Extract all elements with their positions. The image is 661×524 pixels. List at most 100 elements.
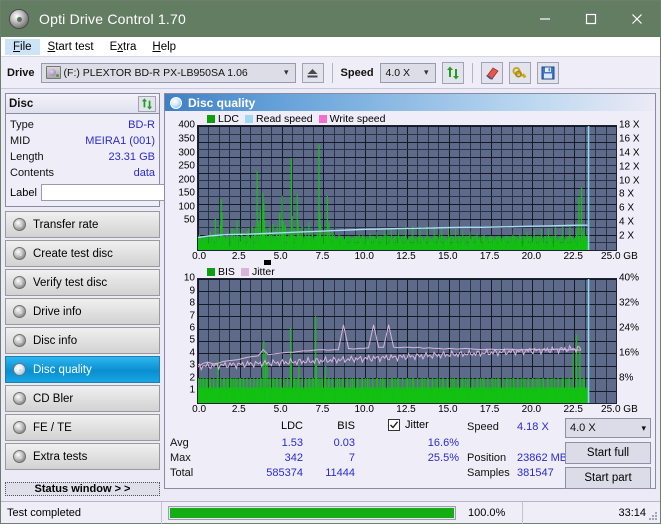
stats-bis-total: 11444 bbox=[325, 467, 355, 480]
menu-start-rest: tart test bbox=[55, 40, 94, 53]
sidebar-item-label: Extra tests bbox=[33, 450, 88, 463]
menu-item-extra[interactable]: Extra bbox=[102, 39, 145, 55]
disc-type-value: BD-R bbox=[128, 119, 155, 131]
y-axis-tick: 300 bbox=[178, 147, 195, 159]
disc-quality-icon bbox=[13, 363, 26, 376]
status-window-button[interactable]: Status window > > bbox=[5, 482, 160, 496]
menu-item-start-test[interactable]: Start test bbox=[40, 39, 102, 55]
stats-ldc-total: 585374 bbox=[266, 467, 303, 480]
speed-label: Speed bbox=[340, 66, 374, 79]
y2-axis-tick: 12 X bbox=[619, 161, 640, 173]
sidebar-item-transfer-rate[interactable]: Transfer rate bbox=[5, 211, 160, 238]
disc-label-row: Label bbox=[10, 183, 239, 202]
disc-row-length: Length 23.31 GB bbox=[10, 149, 155, 165]
y-axis-tick: 2 bbox=[189, 372, 195, 384]
progress-area bbox=[162, 505, 462, 520]
page-title: Disc quality bbox=[188, 95, 256, 110]
chart-series-layer bbox=[198, 126, 590, 251]
sidebar-item-extra-tests[interactable]: Extra tests bbox=[5, 443, 160, 470]
legend-item-ldc: LDC bbox=[207, 113, 239, 125]
sidebar-item-label: FE / TE bbox=[33, 421, 72, 434]
jitter-checkbox-group[interactable]: Jitter bbox=[388, 419, 429, 432]
close-icon[interactable] bbox=[614, 1, 660, 37]
x-axis-tick: 10.0 bbox=[354, 404, 374, 416]
x-axis-tick: 2.5 bbox=[231, 251, 246, 263]
start-part-button[interactable]: Start part bbox=[565, 467, 651, 490]
disc-row-mid: MID MEIRA1 (001) bbox=[10, 133, 155, 149]
y-axis-tick: 10 bbox=[183, 272, 195, 284]
bottom-plot-row: 10 9 8 7 6 5 4 3 2 1 40% 32% 24% 16% 8% bbox=[167, 273, 653, 405]
bottom-chart-y-axis-right: 40% 32% 24% 16% 8% bbox=[617, 273, 653, 402]
disc-length-value: 23.31 GB bbox=[108, 151, 155, 163]
test-speed-value: 4.0 X bbox=[570, 422, 596, 435]
sidebar-item-cd-bler[interactable]: CD Bler bbox=[5, 385, 160, 412]
legend-swatch-ldc bbox=[207, 114, 215, 123]
menu-extra-rest: tra bbox=[123, 40, 137, 53]
sidebar-item-label: Transfer rate bbox=[33, 218, 99, 231]
bottom-chart: BIS Jitter 10 9 8 7 6 5 4 3 2 1 40% 32% 24% 16% 8% 0 bbox=[167, 260, 653, 418]
x-axis-tick: 15.0 bbox=[438, 251, 458, 263]
sidebar-item-disc-quality[interactable]: Disc quality bbox=[5, 356, 160, 383]
jitter-checkbox[interactable] bbox=[388, 419, 400, 432]
stats-header-bis: BIS bbox=[337, 420, 355, 433]
eraser-button[interactable] bbox=[480, 61, 503, 84]
menu-bar: File Start test Extra Help bbox=[1, 37, 660, 57]
disc-refresh-button[interactable] bbox=[138, 95, 156, 112]
scale-marker-icon bbox=[264, 260, 271, 266]
legend-label-write-speed: Write speed bbox=[329, 112, 386, 125]
sidebar-item-disc-info[interactable]: Disc info bbox=[5, 327, 160, 354]
stats-row-avg-label: Avg bbox=[170, 437, 189, 450]
y-axis-tick: 7 bbox=[189, 310, 195, 322]
y-axis-tick: 250 bbox=[178, 160, 195, 172]
y2-axis-tick: 24% bbox=[619, 322, 640, 334]
sidebar-item-fe-te[interactable]: FE / TE bbox=[5, 414, 160, 441]
menu-item-help[interactable]: Help bbox=[144, 39, 184, 55]
y2-axis-tick: 4 X bbox=[619, 216, 635, 228]
top-chart-y-axis-left: 400 350 300 250 200 150 100 50 bbox=[167, 120, 197, 249]
progress-fill bbox=[170, 507, 454, 518]
disc-panel-header: Disc bbox=[6, 94, 159, 114]
start-full-button[interactable]: Start full bbox=[565, 442, 651, 465]
disc-length-label: Length bbox=[10, 151, 44, 163]
disc-label-key: Label bbox=[10, 186, 37, 199]
sidebar-item-verify-test-disc[interactable]: Verify test disc bbox=[5, 269, 160, 296]
refresh-button[interactable] bbox=[441, 61, 464, 84]
test-speed-select[interactable]: 4.0 X ▾ bbox=[565, 418, 651, 439]
drive-select[interactable]: (F:) PLEXTOR BD-R PX-LB950SA 1.06 ▾ bbox=[40, 62, 296, 83]
menu-item-file[interactable]: File bbox=[5, 38, 40, 55]
eject-button[interactable] bbox=[301, 62, 324, 83]
y2-axis-tick: 40% bbox=[619, 272, 640, 284]
legend-swatch-bis bbox=[207, 267, 215, 276]
menu-file-rest: ile bbox=[20, 40, 32, 53]
x-axis-tick: 17.5 bbox=[479, 404, 500, 416]
disc-drive-icon bbox=[13, 305, 26, 318]
resize-grip[interactable] bbox=[648, 511, 658, 521]
x-axis-tick: 2.5 bbox=[231, 404, 246, 416]
elapsed-time: 33:14 bbox=[618, 506, 646, 519]
x-axis-tick: 20.0 bbox=[521, 404, 542, 416]
sidebar-item-create-test-disc[interactable]: Create test disc bbox=[5, 240, 160, 267]
speed-select[interactable]: 4.0 X ▾ bbox=[379, 62, 436, 83]
content-header: Disc quality bbox=[165, 94, 655, 112]
disc-mid-value: MEIRA1 (001) bbox=[85, 135, 155, 147]
drive-label: Drive bbox=[7, 66, 35, 79]
disc-fete-icon bbox=[13, 421, 26, 434]
x-axis-tick: 5.0 bbox=[273, 404, 288, 416]
maximize-icon[interactable] bbox=[568, 1, 614, 37]
disc-panel-rows: Type BD-R MID MEIRA1 (001) Length 23.31 … bbox=[6, 114, 239, 206]
bottom-chart-plot bbox=[197, 278, 617, 405]
save-button[interactable] bbox=[536, 61, 559, 84]
y-axis-tick: 400 bbox=[178, 119, 195, 131]
legend-swatch-write-speed bbox=[318, 114, 327, 123]
toolbar-divider-1 bbox=[331, 62, 333, 83]
x-axis-tick: 12.5 bbox=[396, 404, 416, 416]
stats-samples-value: 381547 bbox=[517, 467, 554, 480]
legend-item-jitter: Jitter bbox=[240, 266, 275, 278]
disc-contents-value: data bbox=[133, 167, 155, 179]
sidebar-item-label: CD Bler bbox=[33, 392, 74, 405]
minimize-icon[interactable] bbox=[522, 1, 568, 37]
legend-swatch-jitter bbox=[240, 267, 249, 276]
sidebar-item-drive-info[interactable]: Drive info bbox=[5, 298, 160, 325]
sidebar-item-label: Verify test disc bbox=[33, 276, 108, 289]
keys-button[interactable] bbox=[508, 61, 531, 84]
